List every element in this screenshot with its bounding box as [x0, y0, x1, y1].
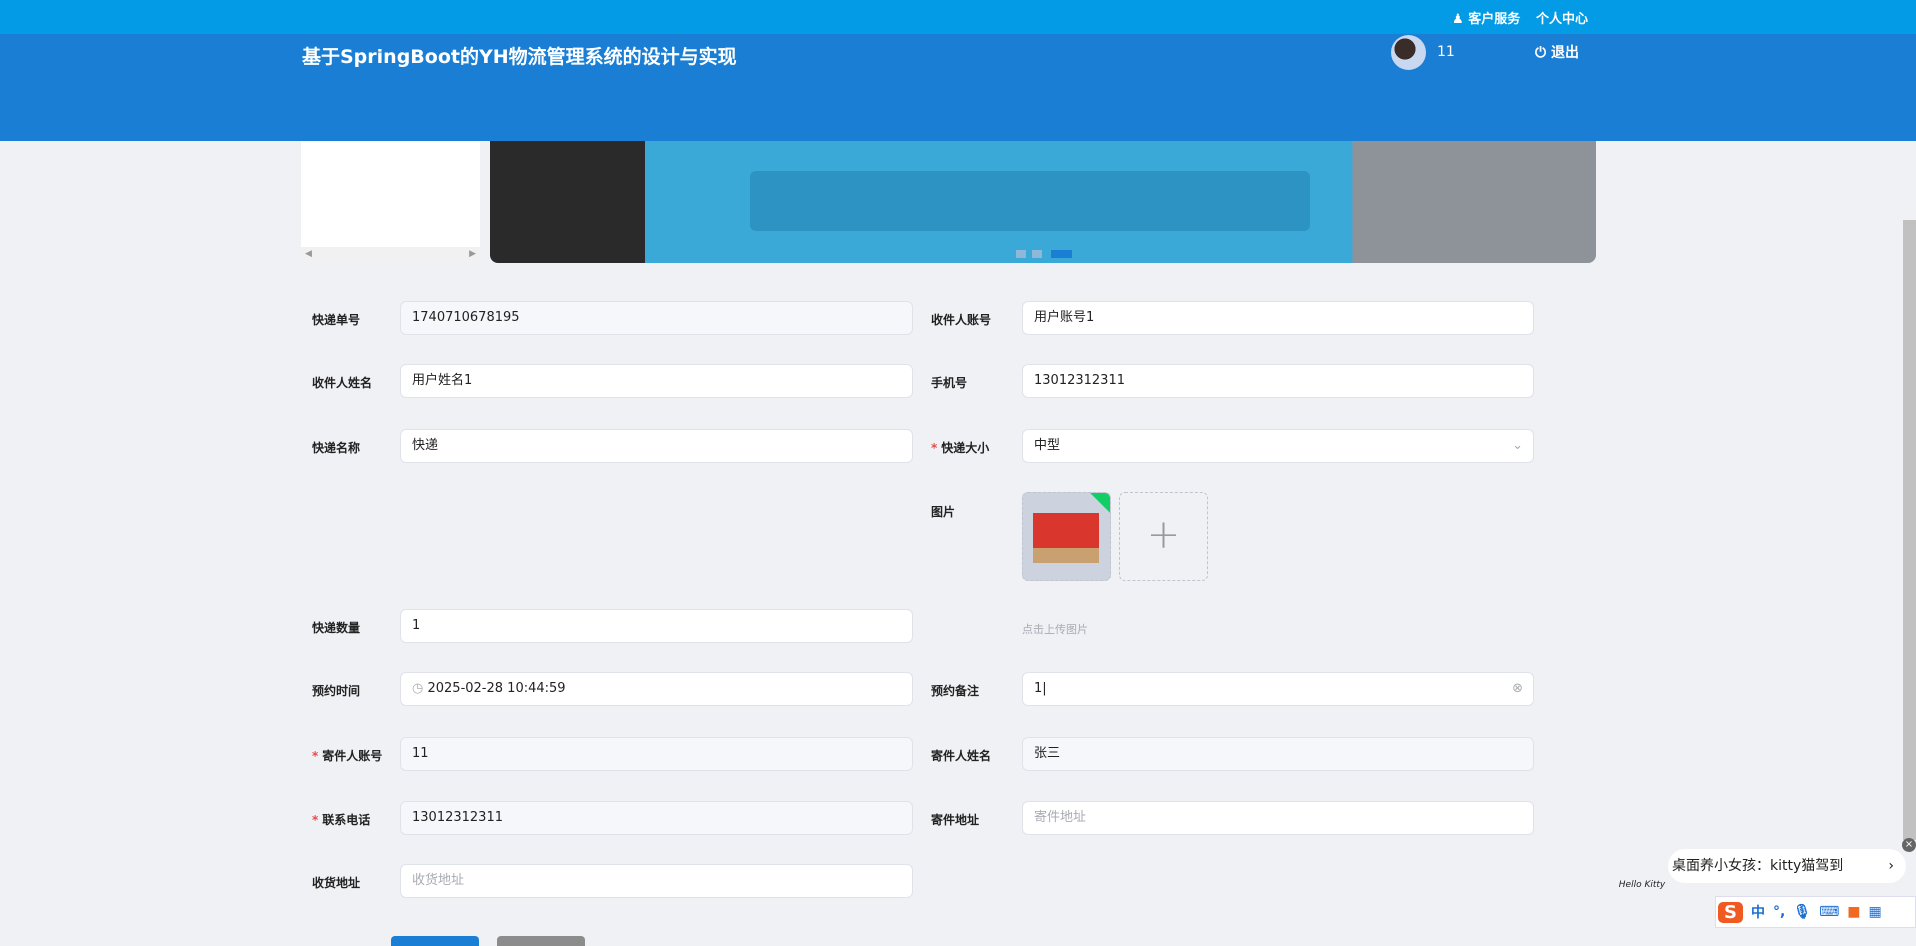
- express-name-label: 快递名称: [312, 441, 361, 455]
- reserve-note-label: 预约备注: [931, 684, 980, 698]
- header: [0, 34, 1916, 141]
- receive-address-label: 收货地址: [312, 876, 361, 890]
- hello-kitty-icon[interactable]: Hello Kitty: [1618, 838, 1666, 896]
- page-title: 基于SpringBoot的YH物流管理系统的设计与实现: [302, 46, 737, 68]
- top-bar: ♟ 客户服务 个人中心: [0, 0, 1916, 34]
- keyboard-icon[interactable]: ⌨: [1819, 904, 1839, 920]
- chevron-right-icon: ›: [1888, 858, 1894, 874]
- quantity-input[interactable]: 1: [400, 609, 913, 643]
- carousel-dot-active[interactable]: [1051, 250, 1072, 258]
- recipient-name-label: 收件人姓名: [312, 376, 373, 390]
- kitty-notification[interactable]: 桌面养小女孩：kitty猫驾到 ›: [1668, 849, 1906, 883]
- banner-bus-shape: [750, 171, 1310, 231]
- reserve-time-input[interactable]: ◷ 2025-02-28 10:44:59: [400, 672, 913, 706]
- horizontal-scrollbar[interactable]: ◀ ▶: [301, 247, 480, 263]
- clock-icon: ◷: [412, 681, 424, 696]
- ime-mode-toggle[interactable]: 中: [1751, 902, 1765, 922]
- uploaded-image[interactable]: [1022, 492, 1111, 581]
- power-icon: ⏻: [1535, 45, 1547, 61]
- express-name-input[interactable]: 快递: [400, 429, 913, 463]
- contact-phone-label: * 联系电话: [312, 813, 371, 827]
- logout-button[interactable]: ⏻ 退出: [1535, 42, 1579, 62]
- upload-add-button[interactable]: +: [1119, 492, 1208, 581]
- quantity-label: 快递数量: [312, 621, 361, 635]
- carousel-dot[interactable]: [1032, 250, 1042, 258]
- scroll-left-icon[interactable]: ◀: [305, 249, 312, 259]
- recipient-account-label: 收件人账号: [931, 313, 992, 327]
- sender-address-label: 寄件地址: [931, 813, 980, 827]
- picture-label: 图片: [931, 505, 956, 519]
- clear-icon[interactable]: ⊗: [1512, 673, 1523, 705]
- cancel-button[interactable]: [497, 936, 585, 946]
- logout-label: 退出: [1550, 45, 1579, 61]
- express-size-label: * 快递大小: [931, 441, 990, 455]
- sogou-logo-icon: S: [1718, 901, 1743, 923]
- reserve-time-value: 2025-02-28 10:44:59: [427, 681, 566, 696]
- sender-account-input[interactable]: 11: [400, 737, 913, 771]
- phone-input[interactable]: 13012312311: [1022, 364, 1534, 398]
- side-panel: [301, 141, 480, 247]
- vertical-scrollbar[interactable]: [1903, 220, 1916, 840]
- express-size-select[interactable]: 中型 ⌄: [1022, 429, 1534, 463]
- reserve-note-value: 1: [1034, 681, 1043, 696]
- microphone-icon[interactable]: 🎙: [1793, 904, 1811, 920]
- success-check-icon: [1090, 493, 1110, 513]
- personal-center-link[interactable]: 个人中心: [1536, 8, 1588, 27]
- express-no-input[interactable]: 1740710678195: [400, 301, 913, 335]
- carousel-dot[interactable]: [1016, 250, 1026, 258]
- skin-icon[interactable]: ■: [1847, 904, 1860, 920]
- customer-service-link[interactable]: ♟ 客户服务: [1452, 8, 1520, 27]
- chevron-down-icon: ⌄: [1512, 438, 1523, 453]
- username: 11: [1437, 44, 1455, 60]
- customer-service-label: 客户服务: [1468, 12, 1521, 27]
- reserve-note-input[interactable]: 1| ⊗: [1022, 672, 1534, 706]
- ime-toolbar: S 中 °, 🎙 ⌨ ■ ▦: [1715, 896, 1916, 928]
- banner-carousel: [490, 141, 1596, 263]
- close-icon[interactable]: ×: [1902, 838, 1916, 852]
- receive-address-input[interactable]: 收货地址: [400, 864, 913, 898]
- sender-name-label: 寄件人姓名: [931, 749, 992, 763]
- express-size-value: 中型: [1034, 438, 1061, 453]
- submit-button[interactable]: [391, 936, 479, 946]
- upload-hint: 点击上传图片: [1022, 623, 1088, 636]
- package-image: [1033, 513, 1099, 563]
- kitty-text: 桌面养小女孩：kitty猫驾到: [1672, 858, 1844, 874]
- apps-icon[interactable]: ▦: [1869, 904, 1882, 920]
- recipient-account-input[interactable]: 用户账号1: [1022, 301, 1534, 335]
- avatar[interactable]: [1391, 35, 1426, 70]
- sender-address-input[interactable]: 寄件地址: [1022, 801, 1534, 835]
- recipient-name-input[interactable]: 用户姓名1: [400, 364, 913, 398]
- reserve-time-label: 预约时间: [312, 684, 361, 698]
- contact-phone-input[interactable]: 13012312311: [400, 801, 913, 835]
- sender-name-input[interactable]: 张三: [1022, 737, 1534, 771]
- scroll-right-icon[interactable]: ▶: [469, 249, 476, 259]
- ime-punct-toggle[interactable]: °,: [1773, 904, 1785, 920]
- phone-label: 手机号: [931, 376, 968, 390]
- express-no-label: 快递单号: [312, 313, 361, 327]
- sender-account-label: * 寄件人账号: [312, 749, 383, 763]
